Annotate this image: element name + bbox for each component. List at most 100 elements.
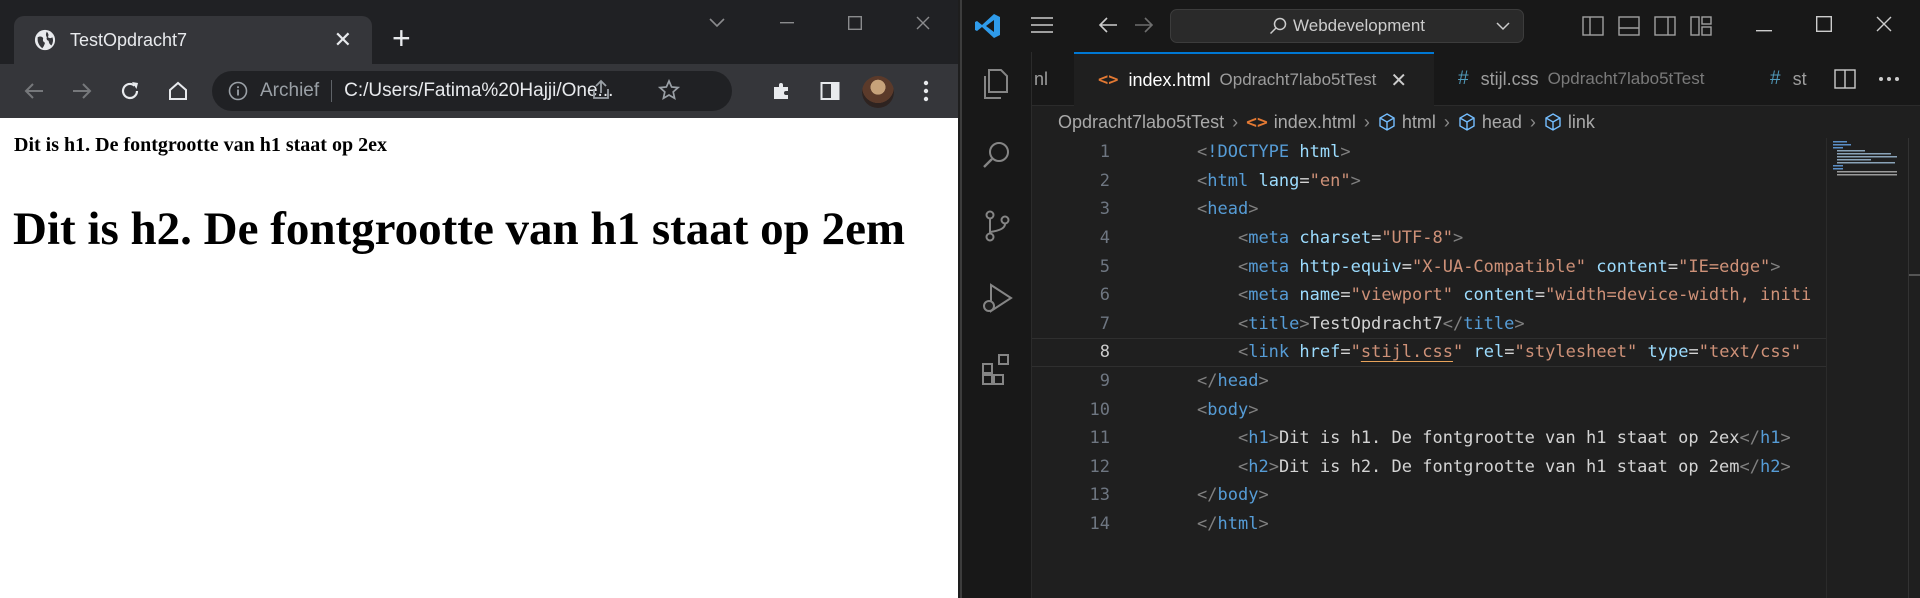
command-center[interactable]: Webdevelopment <box>1170 9 1524 43</box>
explorer-icon[interactable] <box>979 66 1015 102</box>
toggle-panel-button[interactable] <box>1618 16 1640 41</box>
line-number: 3 <box>1099 199 1110 220</box>
line-number: 14 <box>1089 514 1110 535</box>
close-window-button[interactable] <box>900 6 946 40</box>
vscode-minimize-button[interactable] <box>1744 12 1784 38</box>
vscode-maximize-button[interactable] <box>1804 12 1844 38</box>
file-scheme-label: Archief <box>260 80 320 101</box>
code-line: 13 </body> <box>1032 481 1852 510</box>
code-text: <!DOCTYPE html> <box>1197 142 1351 163</box>
code-text: <h2>Dit is h2. De fontgrootte van h1 sta… <box>1237 456 1791 477</box>
tab-label: index.html <box>1128 69 1211 90</box>
info-icon[interactable] <box>228 81 248 101</box>
activity-bar <box>962 52 1032 598</box>
code-text: <meta http-equiv="X-UA-Compatible" conte… <box>1237 256 1781 277</box>
breadcrumb-html[interactable]: html <box>1402 112 1436 133</box>
nav-back-button[interactable] <box>1098 16 1118 39</box>
arrow-right-icon <box>1135 17 1154 33</box>
breadcrumb-folder[interactable]: Opdracht7labo5tTest <box>1058 112 1224 133</box>
tab-description: Opdracht7labo5tTest <box>1547 69 1705 88</box>
nav-forward-button[interactable] <box>1134 16 1154 39</box>
side-panel-icon <box>820 82 840 100</box>
line-number: 7 <box>1099 313 1110 334</box>
code-text: </html> <box>1197 514 1269 535</box>
tab-search-button[interactable] <box>694 6 740 40</box>
code-line: 12 <h2>Dit is h2. De fontgrootte van h1 … <box>1032 453 1852 482</box>
source-control-icon[interactable] <box>979 208 1015 244</box>
breadcrumb-head[interactable]: head <box>1482 112 1522 133</box>
back-button[interactable] <box>14 64 54 118</box>
reload-icon <box>121 82 139 100</box>
forward-button[interactable] <box>62 64 102 118</box>
minimize-button[interactable] <box>764 6 810 40</box>
reload-button[interactable] <box>110 64 150 118</box>
tab-index-html[interactable]: <> index.html Opdracht7labo5tTest ✕ <box>1074 52 1434 106</box>
css-file-icon: # <box>1770 68 1781 89</box>
chevron-right-icon: › <box>1232 111 1239 132</box>
tab-close-button[interactable]: ✕ <box>334 29 352 51</box>
layout-panel-icon <box>1618 16 1640 36</box>
more-actions-button[interactable] <box>1878 52 1914 106</box>
menu-button[interactable] <box>906 64 946 118</box>
code-editor[interactable]: 1 <!DOCTYPE html> 2 <html lang="en"> 3 <… <box>1032 138 1920 598</box>
run-debug-icon[interactable] <box>979 280 1015 316</box>
vscode-titlebar: Webdevelopment <box>962 0 1920 52</box>
minimap-preview <box>1833 141 1897 176</box>
extensions-button[interactable] <box>762 64 802 118</box>
share-icon[interactable] <box>590 79 612 101</box>
split-editor-button[interactable] <box>1834 52 1870 106</box>
layout-grid-icon <box>1690 16 1712 36</box>
maximize-button[interactable] <box>832 6 878 40</box>
globe-icon <box>34 29 56 51</box>
html-file-icon: <> <box>1246 111 1268 133</box>
toggle-primary-sidebar-button[interactable] <box>1582 16 1604 41</box>
browser-tab[interactable]: TestOpdracht7 ✕ <box>14 16 372 64</box>
arrow-left-icon <box>1098 17 1117 33</box>
extensions-icon[interactable] <box>979 352 1015 388</box>
maximize-icon <box>848 16 862 30</box>
customize-layout-button[interactable] <box>1690 16 1712 41</box>
code-line: 3 <head> <box>1032 195 1852 224</box>
tab-stijl-css[interactable]: # stijl.css Opdracht7labo5tTest <box>1434 52 1754 106</box>
minimap[interactable] <box>1826 138 1908 598</box>
home-button[interactable] <box>158 64 198 118</box>
puzzle-icon <box>774 83 788 99</box>
code-line-current: 8 <link href="stijl.css" rel="stylesheet… <box>1032 338 1852 367</box>
close-icon <box>916 16 930 30</box>
browser-titlebar: TestOpdracht7 ✕ + <box>0 0 958 64</box>
code-text: <head> <box>1197 199 1259 220</box>
vscode-close-button[interactable] <box>1864 12 1904 38</box>
css-file-icon: # <box>1458 68 1469 89</box>
breadcrumb-link[interactable]: link <box>1568 112 1595 133</box>
tab-partial-left[interactable]: nl <box>1032 52 1074 106</box>
breadcrumb: Opdracht7labo5tTest › <> index.html › ht… <box>1058 106 1595 138</box>
breadcrumb-file[interactable]: index.html <box>1274 112 1356 133</box>
toggle-secondary-sidebar-button[interactable] <box>1654 16 1676 41</box>
new-tab-button[interactable]: + <box>392 22 411 54</box>
close-icon <box>1876 16 1892 32</box>
tab-partial-right[interactable]: # st <box>1754 52 1824 106</box>
code-line: 5 <meta http-equiv="X-UA-Compatible" con… <box>1032 252 1852 281</box>
tab-description: Opdracht7labo5tTest <box>1219 70 1377 89</box>
side-panel-button[interactable] <box>810 64 850 118</box>
code-text: <meta name="viewport" content="width=dev… <box>1237 285 1812 306</box>
bookmark-star-icon[interactable] <box>658 79 680 101</box>
code-line: 1 <!DOCTYPE html> <box>1032 138 1852 167</box>
search-icon[interactable] <box>979 138 1015 174</box>
code-text: <link href="stijl.css" rel="stylesheet" … <box>1237 342 1802 363</box>
profile-avatar[interactable] <box>862 76 894 108</box>
code-line: 4 <meta charset="UTF-8"> <box>1032 224 1852 253</box>
editor-scrollbar[interactable] <box>1908 138 1920 598</box>
line-number: 11 <box>1089 428 1110 449</box>
tab-close-button[interactable]: ✕ <box>1390 68 1407 93</box>
address-bar[interactable]: Archief C:/Users/Fatima%20Hajji/One... <box>212 71 732 111</box>
page-content: Dit is h1. De fontgrootte van h1 staat o… <box>0 118 958 598</box>
hamburger-menu-button[interactable] <box>1030 16 1054 39</box>
scrollbar-thumb[interactable] <box>1909 274 1920 276</box>
code-text: <title>TestOpdracht7</title> <box>1237 313 1525 334</box>
maximize-icon <box>1815 15 1833 33</box>
line-number: 13 <box>1089 485 1110 506</box>
arrow-left-icon <box>24 83 43 99</box>
tab-label: stijl.css <box>1480 68 1539 89</box>
browser-window: TestOpdracht7 ✕ + Archief C:/Users/Fatim… <box>0 0 958 598</box>
